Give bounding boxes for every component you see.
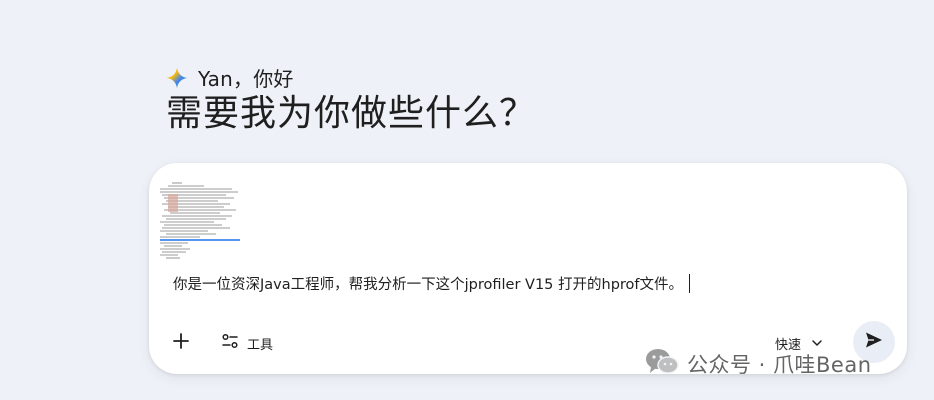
greeting-text: Yan，你好 — [198, 67, 294, 91]
page-title: 需要我为你做些什么？ — [166, 93, 537, 134]
page: Yan，你好 需要我为你做些什么？ 你是一位资深Java工程师，帮我分析一下这个… — [0, 0, 934, 400]
prompt-composer: 你是一位资深Java工程师，帮我分析一下这个jprofiler V15 打开的h… — [149, 163, 907, 374]
greeting: Yan，你好 — [166, 63, 294, 92]
prompt-input[interactable]: 你是一位资深Java工程师，帮我分析一下这个jprofiler V15 打开的h… — [173, 274, 691, 295]
tools-label: 工具 — [247, 337, 274, 353]
attachment-preview-image — [160, 180, 240, 260]
wechat-icon — [645, 347, 679, 381]
plus-icon — [172, 332, 190, 354]
add-attachment-button[interactable] — [165, 327, 197, 359]
tools-button[interactable]: 工具 — [215, 329, 279, 357]
prompt-input-text: 你是一位资深Java工程师，帮我分析一下这个jprofiler V15 打开的h… — [173, 277, 684, 293]
tools-sliders-icon — [221, 332, 239, 354]
text-caret — [689, 274, 691, 293]
gemini-sparkle-icon — [166, 67, 188, 89]
watermark-text: 公众号 · 爪哇Bean — [687, 353, 872, 377]
attachment-thumbnail[interactable] — [160, 180, 240, 260]
watermark: 公众号 · 爪哇Bean — [645, 347, 872, 381]
